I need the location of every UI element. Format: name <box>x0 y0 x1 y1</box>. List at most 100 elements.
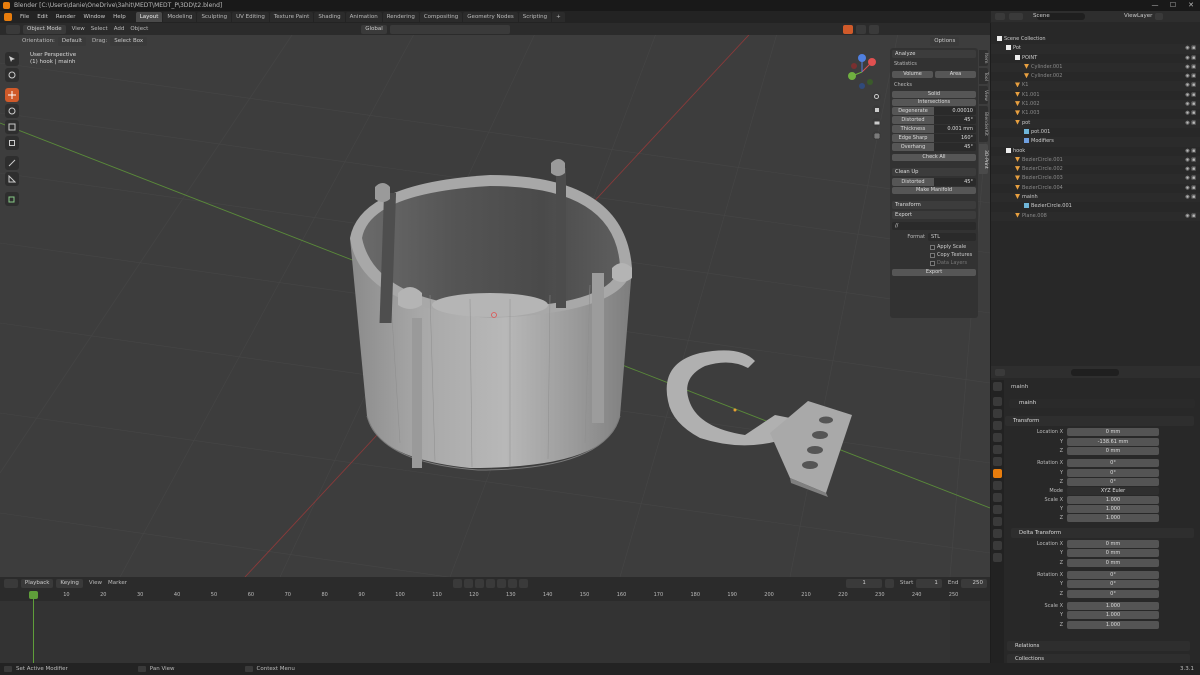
sidebar-tab-blenderkit[interactable]: BlenderKit <box>979 106 988 142</box>
visibility-toggle-icon[interactable]: ◉ ▣ <box>1185 174 1196 183</box>
transform-tool-icon[interactable] <box>5 136 19 150</box>
export-path-field[interactable]: // <box>892 222 976 230</box>
export-panel-header[interactable]: Export <box>892 211 976 219</box>
ortho-grid-icon[interactable] <box>872 131 881 140</box>
property-value-field[interactable]: 0° <box>1067 459 1159 468</box>
delta-transform-header[interactable]: Delta Transform <box>1011 527 1194 538</box>
data-layers-checkbox[interactable]: Data Layers <box>930 260 976 266</box>
property-value-field[interactable]: 0° <box>1067 580 1159 589</box>
apply-scale-checkbox[interactable]: Apply Scale <box>930 244 976 250</box>
outliner-editor-type-icon[interactable] <box>995 13 1005 20</box>
visibility-toggle-icon[interactable]: ◉ ▣ <box>1185 44 1196 53</box>
transform-section-header[interactable]: Transform <box>1005 416 1194 426</box>
properties-search-input[interactable] <box>1071 368 1119 376</box>
prev-keyframe-icon[interactable] <box>475 578 485 588</box>
record-button-icon[interactable] <box>453 578 463 588</box>
next-keyframe-icon[interactable] <box>508 578 518 588</box>
check-row-distorted[interactable]: Distorted 45° <box>892 116 976 124</box>
tab-shading[interactable]: Shading <box>314 12 345 22</box>
sidebar-tab-view[interactable]: View <box>979 86 988 104</box>
hook-object[interactable] <box>666 350 852 497</box>
blender-menu-icon[interactable] <box>4 13 12 21</box>
editor-type-button[interactable] <box>6 24 20 34</box>
property-value-field[interactable]: 0 mm <box>1067 558 1159 567</box>
filter-icon[interactable] <box>1155 13 1163 20</box>
annotate-tool-icon[interactable] <box>5 156 19 170</box>
add-workspace-button[interactable]: + <box>552 12 565 22</box>
visibility-toggle-icon[interactable]: ◉ ▣ <box>1185 184 1196 193</box>
property-value-field[interactable]: 0 mm <box>1067 540 1159 549</box>
object-tab-icon[interactable] <box>993 469 1002 478</box>
outliner-row[interactable]: POINT ◉ ▣ <box>991 54 1200 63</box>
physics-tab-icon[interactable] <box>993 505 1002 514</box>
outliner-row[interactable]: K1 ◉ ▣ <box>991 81 1200 91</box>
make-manifold-button[interactable]: Make Manifold <box>892 187 976 194</box>
outliner-row[interactable]: BezierCircle.002 ◉ ▣ <box>991 165 1200 174</box>
export-button[interactable]: Export <box>892 269 976 276</box>
intersections-button[interactable]: Intersections <box>892 99 976 106</box>
measure-tool-icon[interactable] <box>5 172 19 186</box>
shading-material-icon[interactable] <box>868 24 879 34</box>
outliner-row[interactable]: Modifiers <box>991 137 1200 147</box>
visibility-toggle-icon[interactable]: ◉ ▣ <box>1185 109 1196 118</box>
property-value-field[interactable]: 0° <box>1067 571 1159 580</box>
start-frame-field[interactable]: 1 <box>916 578 942 588</box>
shading-solid-icon[interactable] <box>855 24 866 34</box>
display-mode-icon[interactable] <box>1009 13 1023 20</box>
snap-search-field[interactable] <box>389 24 510 34</box>
sidebar-tab-item[interactable]: Item <box>979 50 988 66</box>
pot-object[interactable] <box>350 159 632 471</box>
check-row-degenerate[interactable]: Degenerate 0.00010 <box>892 107 976 115</box>
tab-layout[interactable]: Layout <box>135 12 163 22</box>
property-value-field[interactable]: 0 mm <box>1067 549 1159 558</box>
object-name-field[interactable]: mainh <box>1009 399 1195 408</box>
outliner-row[interactable]: pot.001 <box>991 128 1200 137</box>
copy-textures-checkbox[interactable]: Copy Textures <box>930 252 976 258</box>
properties-editor-type-icon[interactable] <box>995 368 1005 376</box>
visibility-toggle-icon[interactable]: ◉ ▣ <box>1185 81 1196 90</box>
format-dropdown[interactable]: STL <box>928 233 976 241</box>
menu-render[interactable]: Render <box>52 14 80 20</box>
visibility-toggle-icon[interactable]: ◉ ▣ <box>1185 91 1196 100</box>
transform-panel-header[interactable]: Transform <box>892 201 976 209</box>
visibility-toggle-icon[interactable]: ◉ ▣ <box>1185 72 1196 81</box>
visibility-toggle-icon[interactable]: ◉ ▣ <box>1185 147 1196 156</box>
keying-menu[interactable]: Keying <box>56 578 83 588</box>
menu-window[interactable]: Window <box>79 14 109 20</box>
cursor-tool-icon[interactable] <box>5 68 19 82</box>
outliner-row[interactable]: BezierCircle.003 ◉ ▣ <box>991 174 1200 184</box>
visibility-toggle-icon[interactable]: ◉ ▣ <box>1185 165 1196 174</box>
data-tab-icon[interactable] <box>993 529 1002 538</box>
property-value-field[interactable]: 0 mm <box>1067 446 1159 455</box>
end-frame-field[interactable]: 250 <box>961 578 987 588</box>
output-tab-icon[interactable] <box>993 409 1002 418</box>
cleanup-distorted-field[interactable]: Distorted 45° <box>892 178 976 186</box>
menu-file[interactable]: File <box>16 14 33 20</box>
marker-menu[interactable]: Marker <box>108 580 127 586</box>
particles-tab-icon[interactable] <box>993 493 1002 502</box>
property-value-field[interactable]: 1.000 <box>1067 496 1159 505</box>
playback-menu[interactable]: Playback <box>20 578 54 588</box>
property-value-field[interactable]: 1.000 <box>1067 620 1159 629</box>
tab-modeling[interactable]: Modeling <box>163 12 197 22</box>
sidebar-tab-3d-print[interactable]: 3D-Print <box>979 144 988 174</box>
menu-view[interactable]: View <box>72 26 85 32</box>
property-value-field[interactable]: 0° <box>1067 589 1159 598</box>
options-dropdown[interactable]: Options <box>930 36 960 46</box>
property-value-field[interactable]: 1.000 <box>1067 505 1159 514</box>
jump-start-icon[interactable] <box>464 578 474 588</box>
add-cube-tool-icon[interactable] <box>5 192 19 206</box>
collection-tab-icon[interactable] <box>993 457 1002 466</box>
jump-end-icon[interactable] <box>519 578 529 588</box>
scene-tab-icon[interactable] <box>993 433 1002 442</box>
tab-geometry-nodes[interactable]: Geometry Nodes <box>463 12 518 22</box>
timeline-area[interactable]: 1102030405060708090100110120130140150160… <box>0 589 990 663</box>
camera-view-icon[interactable] <box>872 118 881 127</box>
outliner-row[interactable]: mainh ◉ ▣ <box>991 193 1200 203</box>
outliner-row[interactable]: hook ◉ ▣ <box>991 147 1200 156</box>
3d-viewport[interactable] <box>0 23 990 577</box>
cleanup-panel-header[interactable]: Clean Up <box>892 168 976 176</box>
xray-toggle-icon[interactable] <box>842 24 853 34</box>
close-button[interactable]: ✕ <box>1182 0 1200 11</box>
tab-rendering[interactable]: Rendering <box>382 12 419 22</box>
